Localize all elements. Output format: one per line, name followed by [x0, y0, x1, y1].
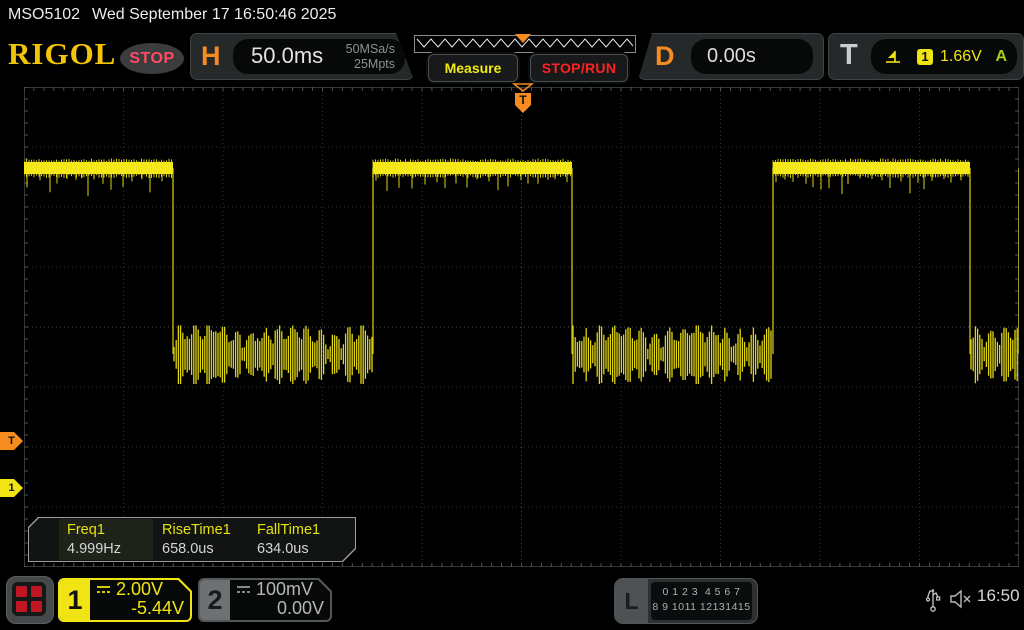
trigger-pill: 1 1.66V A	[871, 39, 1017, 74]
memory-depth: 25Mpts	[346, 57, 395, 72]
waveform-display[interactable]	[24, 87, 1019, 567]
channel-1-offset: -5.44V	[131, 598, 184, 619]
delay-block[interactable]: D 0.00s	[638, 33, 824, 80]
header-bar: RIGOL STOP H 50.0ms 50MSa/s 25Mpts Measu…	[0, 30, 1024, 82]
dc-coupling-icon	[236, 584, 251, 595]
trigger-position-marker[interactable]: T	[512, 83, 534, 115]
stop-run-button[interactable]: STOP/RUN	[530, 54, 628, 82]
trigger-label: T	[840, 39, 858, 72]
ch1-zero-marker[interactable]: 1	[0, 479, 23, 497]
function-navigator-button[interactable]	[6, 576, 54, 624]
preview-position-marker[interactable]	[515, 34, 531, 43]
datetime-text: Wed September 17 16:50:46 2025	[92, 6, 336, 23]
channel-2-offset: 0.00V	[277, 598, 324, 619]
channel-2-scale-row: 100mV	[236, 579, 313, 600]
acquisition-info: 50MSa/s 25Mpts	[346, 42, 395, 72]
measurement-panel-body: Freq1 4.999Hz RiseTime1 658.0us FallTime…	[29, 518, 355, 561]
measurement-panel[interactable]: Freq1 4.999Hz RiseTime1 658.0us FallTime…	[28, 517, 356, 562]
logic-label: L	[615, 579, 648, 623]
dc-coupling-icon	[96, 584, 111, 595]
trigger-block[interactable]: T 1 1.66V A	[828, 33, 1024, 80]
measure-button[interactable]: Measure	[428, 54, 518, 82]
trigger-level-marker[interactable]: T	[0, 432, 23, 450]
logic-channels-box[interactable]: L 0 1 2 3 4 5 6 7 8 9 1011 12131415	[614, 578, 758, 624]
oscilloscope-screen: MSO5102 Wed September 17 16:50:46 2025 RI…	[0, 0, 1024, 630]
grid-icon	[12, 582, 46, 616]
sample-rate: 50MSa/s	[346, 42, 395, 57]
delay-pill: 0.00s	[691, 39, 813, 74]
model-name: MSO5102	[8, 6, 80, 23]
measurement-freq: Freq1 4.999Hz	[67, 518, 121, 557]
measurement-risetime: RiseTime1 658.0us	[162, 518, 231, 557]
speaker-muted-icon[interactable]	[948, 588, 974, 610]
graticule-and-trace	[24, 87, 1019, 567]
delay-value: 0.00s	[707, 45, 756, 68]
measurement-falltime: FallTime1 634.0us	[257, 518, 320, 557]
trigger-mode: A	[995, 48, 1007, 66]
channel-1-number: 1	[60, 580, 90, 620]
clock: 16:50	[977, 586, 1020, 606]
run-state-badge[interactable]: STOP	[120, 43, 184, 74]
logic-channel-numbers: 0 1 2 3 4 5 6 7 8 9 1011 12131415	[651, 582, 752, 620]
channel-1-box[interactable]: 1 2.00V -5.44V	[58, 578, 192, 622]
delay-label: D	[655, 41, 675, 72]
horizontal-settings-block[interactable]: H 50.0ms 50MSa/s 25Mpts	[190, 33, 414, 80]
svg-text:T: T	[519, 93, 527, 107]
trigger-slope-icon	[885, 49, 901, 64]
usb-icon	[925, 585, 941, 613]
timebase-pill: 50.0ms 50MSa/s 25Mpts	[233, 39, 405, 74]
channel-2-box[interactable]: 2 100mV 0.00V	[198, 578, 332, 622]
trigger-level-value: 1.66V	[940, 48, 982, 66]
timebase-value: 50.0ms	[251, 43, 323, 69]
channel-2-number: 2	[200, 580, 230, 620]
trigger-source-badge: 1	[917, 49, 933, 65]
horizontal-label: H	[201, 41, 221, 72]
channel-1-scale-row: 2.00V	[96, 579, 163, 600]
rigol-logo: RIGOL	[8, 36, 116, 72]
titlebar: MSO5102 Wed September 17 16:50:46 2025	[0, 0, 1024, 30]
